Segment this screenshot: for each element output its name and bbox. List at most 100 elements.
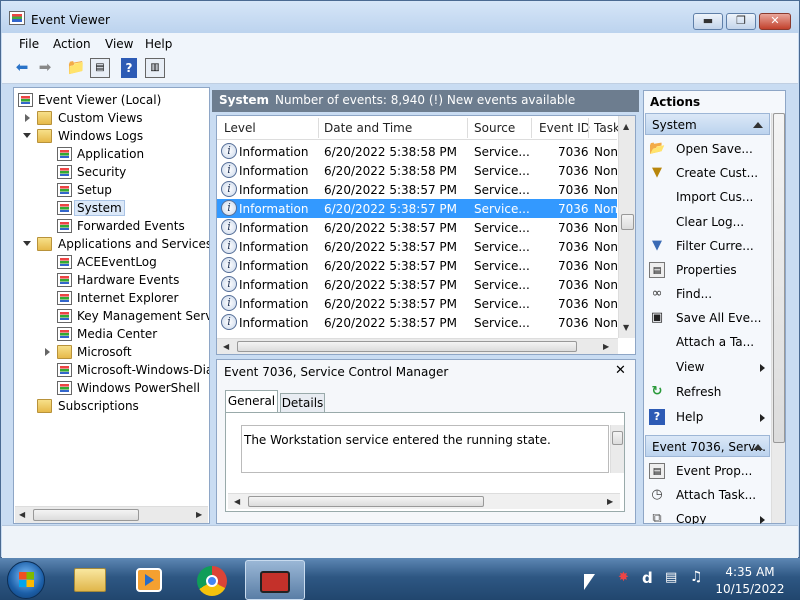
column-event-id[interactable]: Event ID (539, 121, 590, 135)
tree-log-security[interactable]: Security (14, 163, 204, 181)
actions-scrollbar[interactable] (771, 113, 785, 523)
menu-help[interactable]: Help (145, 37, 172, 51)
scroll-left-arrow-icon[interactable]: ◀ (234, 497, 240, 506)
back-arrow-icon[interactable]: ⬅ (12, 58, 32, 78)
tree-app-log-aceeventlog[interactable]: ACEEventLog (14, 253, 209, 271)
show-hide-console-tree-icon[interactable]: ▤ (90, 58, 110, 78)
expand-arrow-icon[interactable] (45, 348, 50, 356)
taskbar-chrome[interactable] (182, 560, 242, 600)
scroll-thumb[interactable] (621, 214, 634, 230)
tree-apps-services[interactable]: Applications and Services Lo (14, 235, 209, 253)
column-level[interactable]: Level (224, 121, 256, 135)
action-save-all-events[interactable]: ▣ Save All Eve... (649, 307, 769, 329)
event-row[interactable]: i Information 6/20/2022 5:38:57 PM Servi… (217, 237, 618, 256)
tree-horizontal-scrollbar[interactable]: ◀ ▶ (15, 506, 208, 523)
action-event-properties[interactable]: ▤ Event Prop... (649, 460, 769, 482)
tree-app-log-microsoft-windows-diag[interactable]: Microsoft-Windows-Diag (14, 361, 209, 379)
event-row[interactable]: i Information 6/20/2022 5:38:58 PM Servi… (217, 161, 618, 180)
tab-general[interactable]: General (225, 390, 278, 412)
actions-section-system[interactable]: System (645, 113, 770, 135)
column-separator[interactable] (318, 118, 319, 138)
column-separator[interactable] (531, 118, 532, 138)
event-row[interactable]: i Information 6/20/2022 5:38:58 PM Servi… (217, 142, 618, 161)
scroll-down-arrow-icon[interactable]: ▼ (623, 323, 629, 332)
column-task[interactable]: Task (594, 121, 620, 135)
tree-app-log-media-center[interactable]: Media Center (14, 325, 209, 343)
action-help[interactable]: ? Help (649, 406, 769, 428)
tree-app-log-windows-powershell[interactable]: Windows PowerShell (14, 379, 209, 397)
taskbar-explorer[interactable] (60, 560, 120, 600)
tree-app-log-key-management[interactable]: Key Management Service (14, 307, 209, 325)
action-attach-task[interactable]: Attach a Ta... (649, 331, 769, 353)
collapse-arrow-icon[interactable] (23, 241, 31, 246)
tree-app-microsoft[interactable]: Microsoft (14, 343, 209, 361)
tree-log-system[interactable]: System (14, 199, 204, 217)
up-folder-icon[interactable]: 📁 (66, 58, 86, 78)
title-bar[interactable]: Event Viewer ▬ ❐ ✕ (1, 1, 799, 33)
detail-horizontal-scrollbar[interactable]: ◀ ▶ (228, 493, 620, 509)
action-open-saved-log[interactable]: 📂 Open Save... (649, 138, 769, 160)
scroll-thumb[interactable] (248, 496, 484, 507)
actions-section-event[interactable]: Event 7036, Serv... (645, 435, 770, 457)
action-find[interactable]: ∞ Find... (649, 283, 769, 305)
scroll-thumb[interactable] (773, 113, 785, 443)
event-row[interactable]: i Information 6/20/2022 5:38:57 PM Servi… (217, 294, 618, 313)
tree-windows-logs[interactable]: Windows Logs (14, 127, 204, 145)
scroll-up-arrow-icon[interactable]: ▲ (623, 122, 629, 131)
column-source[interactable]: Source (474, 121, 515, 135)
clock-time[interactable]: 4:35 AM (715, 565, 785, 579)
tree-custom-views[interactable]: Custom Views (14, 109, 204, 127)
start-button[interactable] (7, 561, 45, 599)
expand-arrow-icon[interactable] (25, 114, 30, 122)
tree-app-log-internet-explorer[interactable]: Internet Explorer (14, 289, 209, 307)
action-copy[interactable]: ⧉ Copy (649, 508, 769, 524)
event-row[interactable]: i Information 6/20/2022 5:38:57 PM Servi… (217, 275, 618, 294)
menu-file[interactable]: File (19, 37, 39, 51)
show-hide-action-pane-icon[interactable]: ▥ (145, 58, 165, 78)
event-row[interactable]: i Information 6/20/2022 5:38:57 PM Servi… (217, 218, 618, 237)
scroll-right-arrow-icon[interactable]: ▶ (607, 497, 613, 506)
events-vertical-scrollbar[interactable]: ▲ ▼ (618, 116, 635, 338)
event-row[interactable]: i Information 6/20/2022 5:38:57 PM Servi… (217, 180, 618, 199)
event-row[interactable]: i Information 6/20/2022 5:38:57 PM Servi… (217, 313, 618, 332)
event-row[interactable]: i Information 6/20/2022 5:38:57 PM Servi… (217, 256, 618, 275)
tree-log-setup[interactable]: Setup (14, 181, 204, 199)
minimize-button[interactable]: ▬ (693, 13, 723, 30)
maximize-button[interactable]: ❐ (726, 13, 756, 30)
tab-details[interactable]: Details (280, 393, 325, 412)
menu-action[interactable]: Action (53, 37, 91, 51)
action-refresh[interactable]: ↻ Refresh (649, 381, 769, 403)
event-row-selected[interactable]: i Information 6/20/2022 5:38:57 PM Servi… (217, 199, 618, 218)
message-scrollbar[interactable] (610, 425, 624, 473)
menu-view[interactable]: View (105, 37, 133, 51)
scroll-thumb[interactable] (33, 509, 139, 521)
collapse-icon[interactable] (753, 122, 763, 128)
events-horizontal-scrollbar[interactable]: ◀ ▶ (217, 338, 618, 354)
forward-arrow-icon[interactable]: ➡ (35, 58, 55, 78)
tray-network-alert-icon[interactable]: ✸ (618, 570, 629, 585)
action-filter-current-log[interactable]: ▼ Filter Curre... (649, 235, 769, 257)
action-attach-task-to-event[interactable]: ◷ Attach Task... (649, 484, 769, 506)
column-separator[interactable] (467, 118, 468, 138)
tray-d-icon[interactable]: d (642, 569, 653, 587)
scroll-right-arrow-icon[interactable]: ▶ (196, 510, 202, 519)
scroll-left-arrow-icon[interactable]: ◀ (223, 342, 229, 351)
scroll-thumb[interactable] (237, 341, 577, 352)
scroll-left-arrow-icon[interactable]: ◀ (19, 510, 25, 519)
tree-app-log-hardware-events[interactable]: Hardware Events (14, 271, 209, 289)
event-message-box[interactable]: The Workstation service entered the runn… (241, 425, 609, 473)
tree-log-forwarded-events[interactable]: Forwarded Events (14, 217, 204, 235)
action-view[interactable]: View (649, 356, 769, 378)
close-detail-icon[interactable]: ✕ (615, 363, 626, 378)
tree-log-application[interactable]: Application (14, 145, 204, 163)
collapse-icon[interactable] (753, 444, 763, 450)
action-create-custom-view[interactable]: ▼ Create Cust... (649, 162, 769, 184)
scroll-right-arrow-icon[interactable]: ▶ (603, 342, 609, 351)
scroll-thumb[interactable] (612, 431, 623, 445)
taskbar-media-player[interactable] (120, 560, 180, 600)
tree-subscriptions[interactable]: Subscriptions (14, 397, 209, 415)
taskbar-event-viewer[interactable] (245, 560, 305, 600)
column-separator[interactable] (588, 118, 589, 138)
action-properties[interactable]: ▤ Properties (649, 259, 769, 281)
close-button[interactable]: ✕ (759, 13, 791, 30)
